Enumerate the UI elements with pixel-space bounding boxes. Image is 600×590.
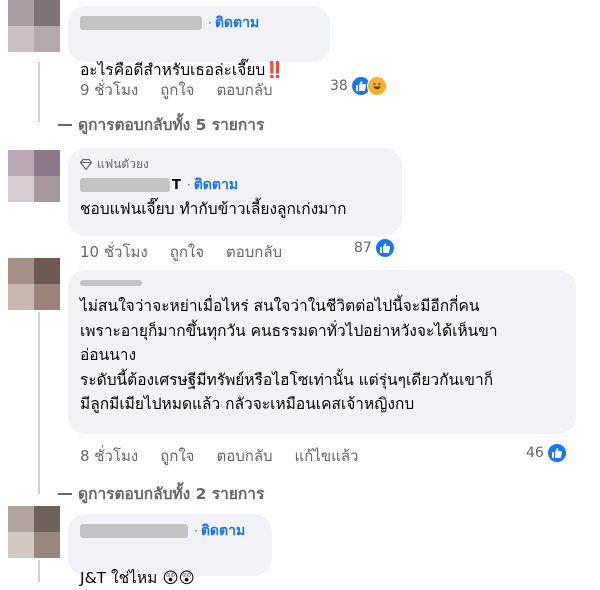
haha-icon — [366, 76, 387, 96]
thread-line — [38, 560, 40, 582]
diamond-icon — [80, 158, 92, 170]
comment-actions: 10 ชั่วโมง ถูกใจ ตอบกลับ — [80, 240, 304, 264]
edited-label[interactable]: แก้ไขแล้ว — [295, 444, 359, 468]
timestamp[interactable]: 8 ชั่วโมง — [80, 444, 138, 468]
top-fan-badge: แฟนตัวยง — [80, 156, 390, 172]
separator-dot: · — [208, 16, 212, 30]
author-name[interactable] — [80, 280, 142, 286]
view-replies-label: ดูการตอบกลับทั้ง 2 รายการ — [78, 485, 265, 503]
comment-text-body: J&T ใช่ไหม — [80, 569, 158, 587]
like-button[interactable]: ถูกใจ — [160, 444, 194, 468]
reply-button[interactable]: ตอบกลับ — [216, 78, 272, 102]
comment-header: T · ติดตาม — [80, 176, 390, 194]
reaction-count: 87 — [354, 240, 372, 256]
like-icon — [374, 238, 395, 258]
comment-actions: 8 ชั่วโมง ถูกใจ ตอบกลับ แก้ไขแล้ว — [80, 444, 380, 468]
like-button[interactable]: ถูกใจ — [160, 78, 194, 102]
reaction-count: 38 — [330, 78, 348, 94]
like-icon — [546, 443, 567, 463]
avatar[interactable] — [8, 506, 60, 558]
avatar[interactable] — [8, 150, 60, 202]
thread-line — [38, 62, 40, 122]
comment-text-body: อะไรคือดีสำหรับเธอล่ะเจี๊ยบ — [80, 61, 266, 79]
reply-connector-icon — [58, 123, 72, 126]
comment-bubble: · ติดตาม อะไรคือดีสำหรับเธอล่ะเจี๊ยบ‼️ — [68, 6, 330, 79]
comment-text: ไม่สนใจว่าจะหย่าเมื่อไหร่ สนใจว่าในชีวิต… — [80, 297, 498, 413]
comment-text: J&T ใช่ไหม 😲😲 — [80, 544, 260, 590]
comment-actions: 9 ชั่วโมง ถูกใจ ตอบกลับ — [80, 78, 295, 102]
reaction-summary[interactable]: 46 — [526, 443, 567, 463]
comment-bubble: แฟนตัวยง T · ติดตาม ชอบแฟนเจี๊ยบ ทำกับข้… — [68, 148, 402, 236]
comment-header: · ติดตาม — [80, 522, 260, 540]
reply-connector-icon — [58, 492, 72, 495]
reaction-summary[interactable]: 87 — [354, 238, 395, 258]
avatar[interactable] — [8, 258, 60, 310]
author-name-fragment: T — [172, 177, 181, 193]
reply-button[interactable]: ตอบกลับ — [216, 444, 272, 468]
author-name[interactable] — [80, 16, 202, 30]
follow-button[interactable]: ติดตาม — [194, 174, 238, 196]
author-name[interactable] — [80, 524, 188, 538]
thread-line — [38, 312, 40, 494]
separator-dot: · — [194, 524, 198, 538]
comment-text: อะไรคือดีสำหรับเธอล่ะเจี๊ยบ‼️ — [80, 36, 318, 82]
astonished-emoji: 😲😲 — [162, 569, 195, 587]
comment-bubble: · ติดตาม J&T ใช่ไหม 😲😲 — [68, 514, 272, 587]
reply-button[interactable]: ตอบกลับ — [226, 240, 282, 264]
comment-header: · ติดตาม — [80, 14, 318, 32]
view-replies-link[interactable]: ดูการตอบกลับทั้ง 2 รายการ — [58, 481, 264, 506]
separator-dot: · — [186, 178, 191, 192]
author-name[interactable] — [80, 178, 170, 192]
fan-badge-label: แฟนตัวยง — [97, 156, 149, 171]
reaction-count: 46 — [526, 445, 544, 461]
follow-button[interactable]: ติดตาม — [201, 520, 245, 542]
timestamp[interactable]: 10 ชั่วโมง — [80, 240, 148, 264]
view-replies-link[interactable]: ดูการตอบกลับทั้ง 5 รายการ — [58, 112, 264, 137]
avatar[interactable] — [8, 0, 60, 52]
like-button[interactable]: ถูกใจ — [170, 240, 204, 264]
comment-bubble: ไม่สนใจว่าจะหย่าเมื่อไหร่ สนใจว่าในชีวิต… — [68, 270, 576, 434]
timestamp[interactable]: 9 ชั่วโมง — [80, 78, 138, 102]
comment-header — [80, 278, 564, 288]
view-replies-label: ดูการตอบกลับทั้ง 5 รายการ — [78, 116, 265, 134]
comment-text: ชอบแฟนเจี๊ยบ ทำกับข้าวเลี้ยงลูกเก่งมาก — [80, 200, 347, 218]
reaction-summary[interactable]: 38 — [330, 76, 387, 96]
follow-button[interactable]: ติดตาม — [215, 12, 259, 34]
